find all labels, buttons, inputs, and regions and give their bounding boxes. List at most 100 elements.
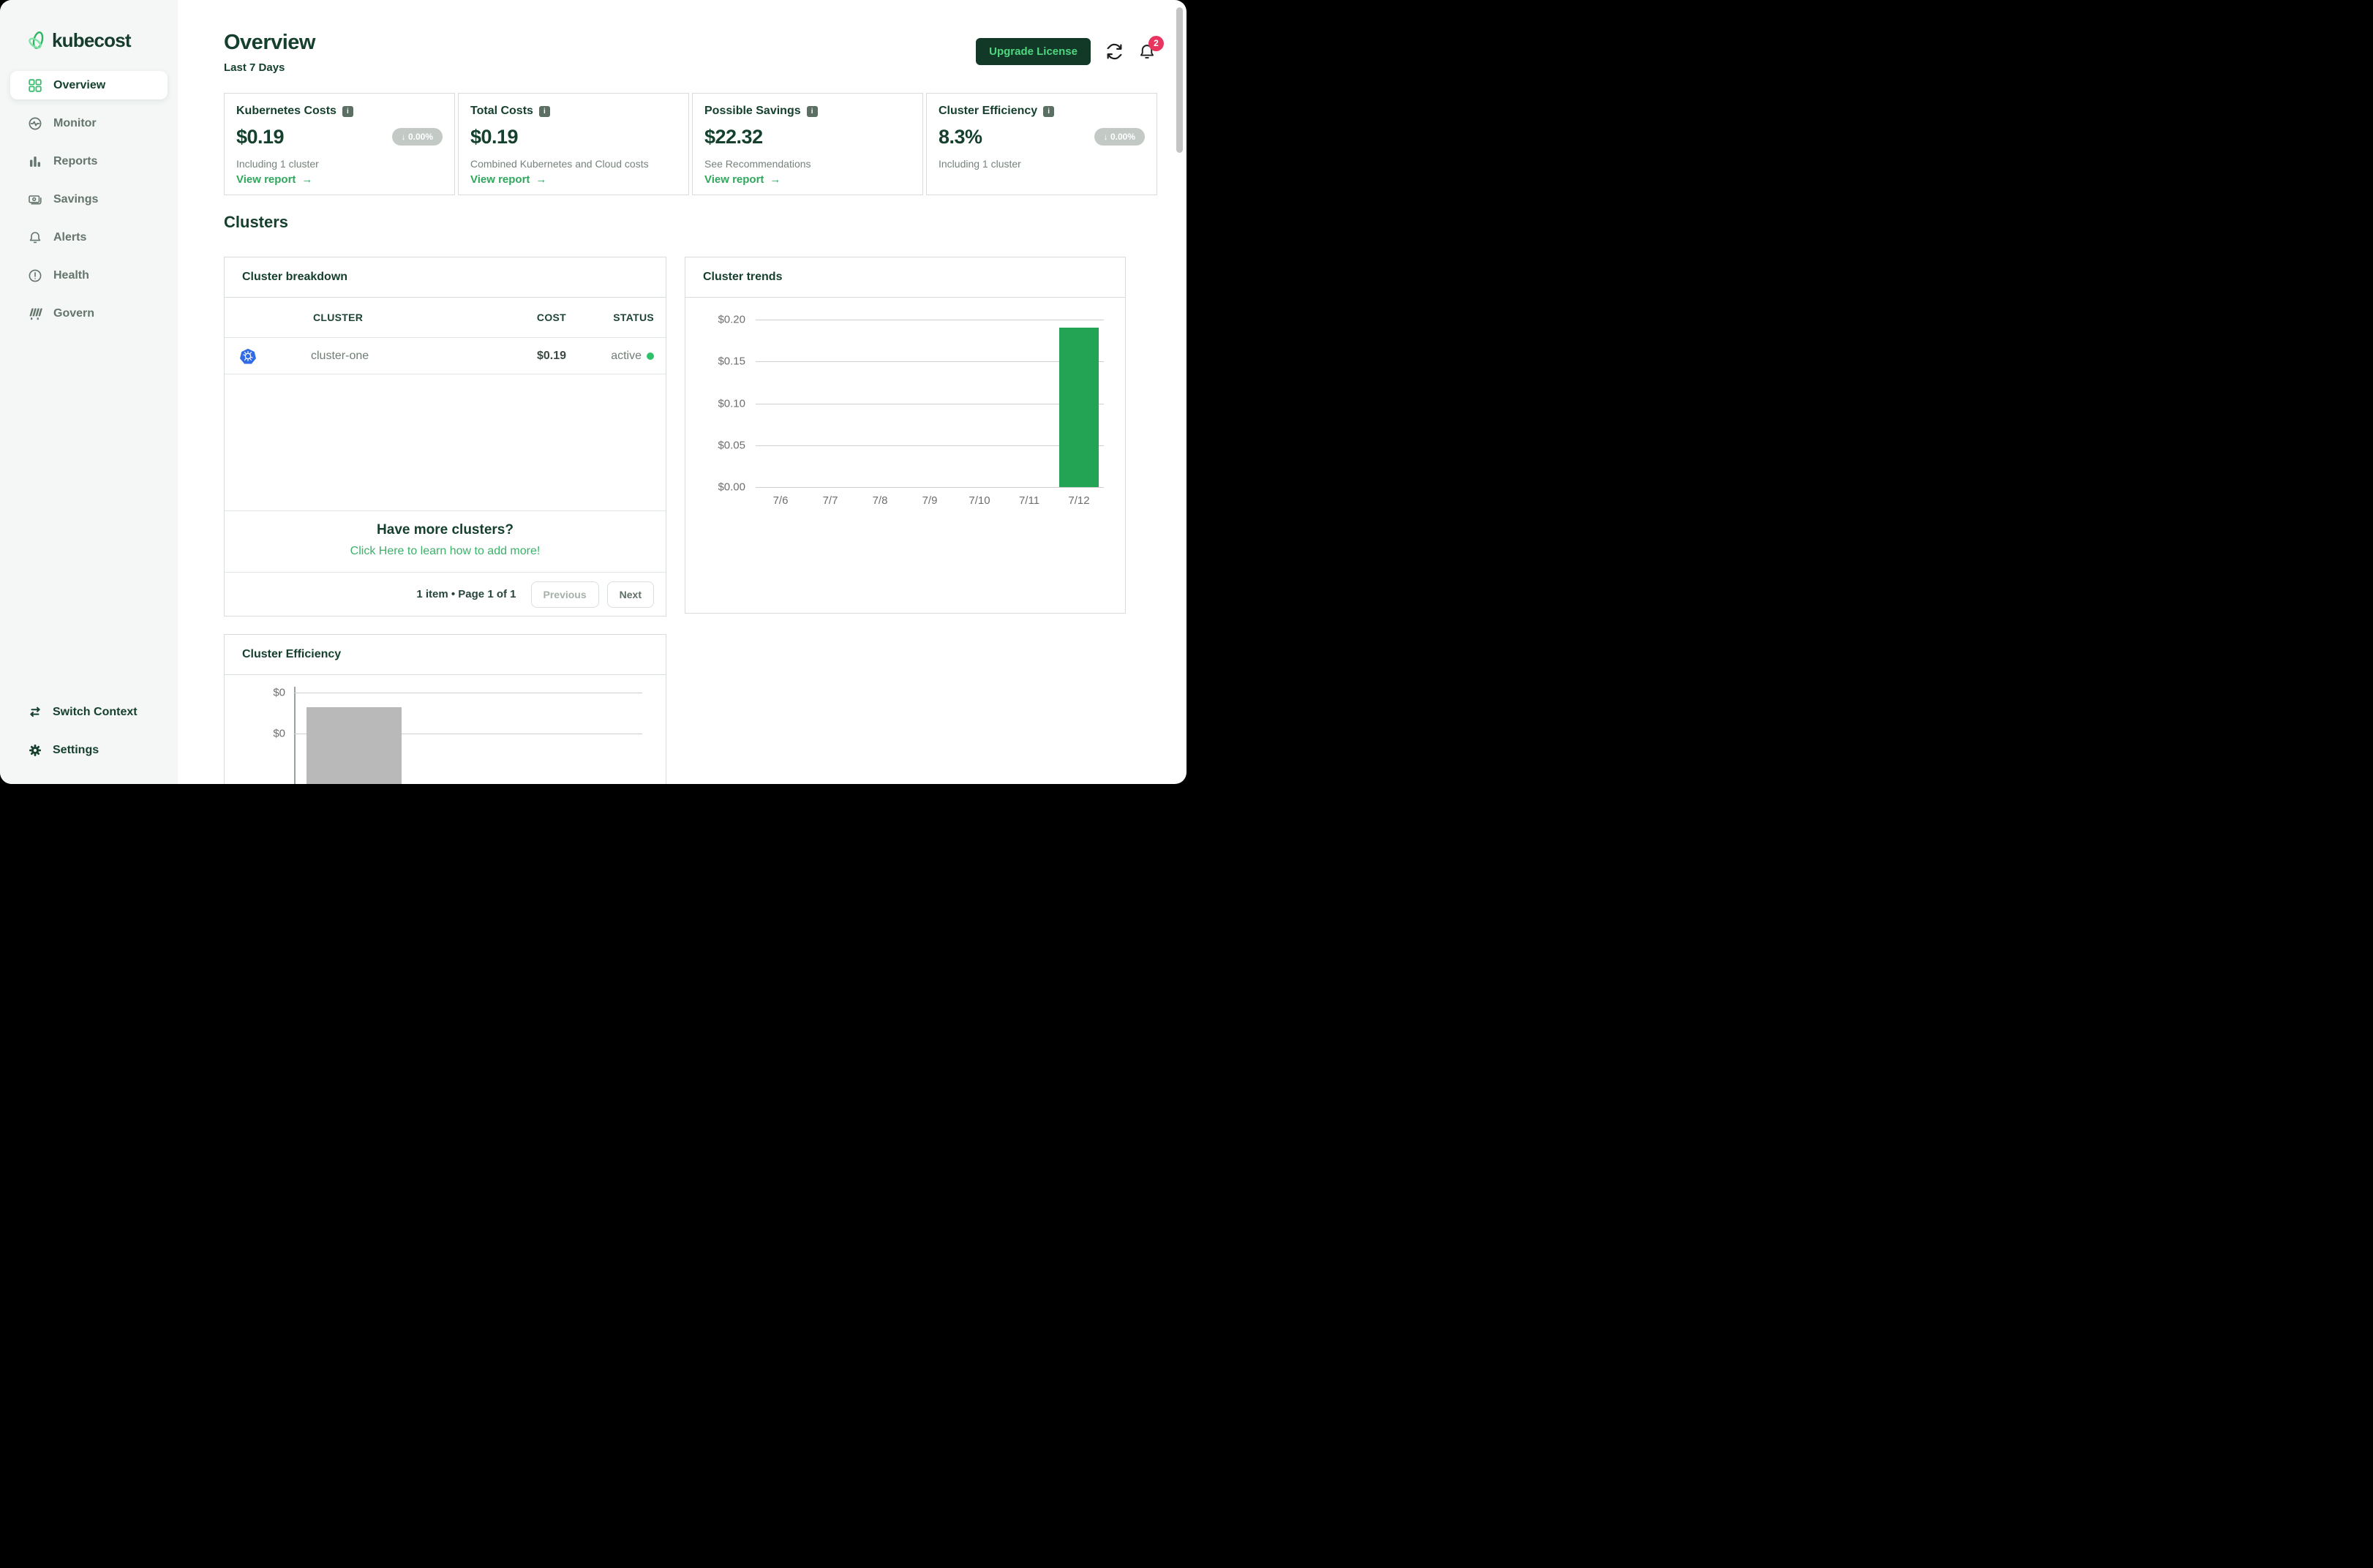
- table-header: CLUSTER COST STATUS: [225, 298, 666, 338]
- metric-note: Including 1 cluster: [939, 158, 1021, 170]
- kubernetes-icon: [240, 348, 311, 364]
- footer-item-label: Settings: [53, 744, 99, 756]
- cluster-trends-card: Cluster trends $0.20 $0.15 $0.10 $0.05 $…: [685, 257, 1126, 614]
- info-icon[interactable]: i: [342, 105, 353, 117]
- bell-icon: [28, 230, 42, 245]
- metric-card-kubernetes-costs: Kubernetes Costs i $0.19 ↓ 0.00% Includi…: [224, 93, 455, 195]
- table-row[interactable]: cluster-one $0.19 active: [225, 338, 666, 374]
- govern-icon: [28, 306, 42, 321]
- refresh-button[interactable]: [1105, 42, 1124, 61]
- view-report-link[interactable]: View report →: [236, 173, 312, 186]
- delta-badge: ↓ 0.00%: [1094, 128, 1145, 146]
- y-axis-line: [294, 687, 296, 784]
- kubecost-logo-icon: [28, 31, 47, 51]
- kubecost-logo: kubecost: [28, 29, 178, 52]
- cluster-efficiency-chart: $0 $0: [273, 687, 642, 784]
- sidebar-item-label: Savings: [53, 192, 99, 206]
- right-arrow-icon: →: [301, 173, 313, 186]
- sidebar-item-alerts[interactable]: Alerts: [10, 223, 168, 252]
- notification-badge: 2: [1148, 35, 1164, 51]
- clusters-section-heading: Clusters: [224, 213, 289, 231]
- x-tick-label: 7/11: [1018, 494, 1040, 507]
- upgrade-license-button[interactable]: Upgrade License: [976, 38, 1091, 65]
- sidebar-item-savings[interactable]: Savings: [10, 185, 168, 214]
- sidebar-item-govern[interactable]: Govern: [10, 299, 168, 328]
- more-clusters-block: Have more clusters? Click Here to learn …: [225, 510, 666, 573]
- next-page-button[interactable]: Next: [606, 581, 654, 608]
- cluster-efficiency-card: Cluster Efficiency $0 $0: [224, 634, 666, 784]
- cluster-trends-chart: $0.20 $0.15 $0.10 $0.05 $0.00: [718, 314, 1104, 494]
- sidebar-item-monitor[interactable]: Monitor: [10, 109, 168, 137]
- sidebar-item-label: Alerts: [53, 230, 87, 244]
- x-tick-label: 7/9: [922, 494, 938, 507]
- y-tick-label: $0: [273, 727, 285, 740]
- sidebar-item-label: Reports: [53, 154, 98, 167]
- refresh-icon: [1107, 43, 1122, 60]
- metric-cards-row: Kubernetes Costs i $0.19 ↓ 0.00% Includi…: [224, 93, 1157, 195]
- switch-context-button[interactable]: Switch Context: [28, 705, 138, 720]
- y-tick-label: $0.10: [718, 397, 745, 410]
- x-tick-label: 7/7: [822, 494, 838, 507]
- page-title: Overview: [224, 31, 315, 54]
- column-header-status[interactable]: STATUS: [566, 312, 654, 323]
- metric-value: $0.19: [236, 125, 285, 148]
- cluster-trends-title: Cluster trends: [685, 257, 1125, 298]
- main-content: Overview Last 7 Days Upgrade License 2 K…: [178, 0, 1186, 784]
- settings-button[interactable]: Settings: [28, 743, 138, 758]
- sidebar-item-health[interactable]: Health: [10, 261, 168, 290]
- view-report-link[interactable]: View report →: [470, 173, 546, 186]
- right-arrow-icon: →: [535, 173, 547, 186]
- notifications-button[interactable]: 2: [1138, 35, 1164, 61]
- grid-icon: [28, 78, 42, 93]
- cluster-status: active: [566, 350, 654, 363]
- bar-chart-icon: [28, 154, 42, 169]
- cluster-efficiency-title: Cluster Efficiency: [225, 635, 666, 675]
- metric-card-total-costs: Total Costs i $0.19 Combined Kubernetes …: [458, 93, 689, 195]
- metric-note: Including 1 cluster: [236, 158, 319, 170]
- previous-page-button[interactable]: Previous: [530, 581, 599, 608]
- sidebar-footer: Switch Context Settings: [28, 705, 138, 758]
- status-active-dot: [647, 352, 654, 360]
- x-tick-label: 7/10: [969, 494, 990, 507]
- monitor-icon: [28, 116, 42, 131]
- chart-bar[interactable]: [307, 707, 402, 784]
- x-tick-label: 7/8: [872, 494, 888, 507]
- right-arrow-icon: →: [770, 173, 781, 186]
- info-icon[interactable]: i: [538, 105, 550, 117]
- metric-title: Cluster Efficiency: [939, 105, 1038, 117]
- metric-value: 8.3%: [939, 125, 982, 148]
- header-actions: Upgrade License 2: [976, 35, 1164, 65]
- metric-card-possible-savings: Possible Savings i $22.32 See Recommenda…: [692, 93, 923, 195]
- sidebar-item-label: Health: [53, 268, 89, 282]
- metric-title: Kubernetes Costs: [236, 105, 336, 117]
- chart-bar[interactable]: [1058, 328, 1099, 487]
- x-axis-labels: 7/6 7/7 7/8 7/9 7/10 7/11 7/12: [756, 494, 1104, 507]
- cluster-breakdown-title: Cluster breakdown: [225, 257, 666, 298]
- sidebar: kubecost Overview Monitor Reports Saving…: [0, 0, 178, 784]
- pagination-summary: 1 item • Page 1 of 1: [416, 588, 516, 600]
- sidebar-item-reports[interactable]: Reports: [10, 147, 168, 176]
- column-header-cluster[interactable]: CLUSTER: [313, 312, 486, 323]
- info-icon[interactable]: i: [806, 105, 818, 117]
- sidebar-item-overview[interactable]: Overview: [10, 71, 168, 99]
- banknote-icon: [28, 192, 42, 207]
- scrollbar-thumb[interactable]: [1176, 7, 1183, 153]
- gear-icon: [28, 743, 42, 758]
- y-tick-label: $0.05: [718, 439, 745, 452]
- metric-note: Combined Kubernetes and Cloud costs: [470, 158, 649, 170]
- y-tick-label: $0.15: [718, 355, 745, 368]
- pagination-bar: 1 item • Page 1 of 1 Previous Next: [225, 573, 666, 616]
- swap-arrows-icon: [28, 705, 42, 720]
- add-clusters-link[interactable]: Click Here to learn how to add more!: [232, 545, 658, 558]
- delta-badge: ↓ 0.00%: [391, 128, 443, 146]
- column-header-cost[interactable]: COST: [486, 312, 566, 323]
- info-icon[interactable]: i: [1043, 105, 1055, 117]
- cluster-name[interactable]: cluster-one: [311, 350, 486, 363]
- sidebar-item-label: Overview: [53, 78, 106, 91]
- view-report-link[interactable]: View report →: [704, 173, 781, 186]
- metric-value: $0.19: [470, 125, 519, 148]
- metric-note: See Recommendations: [704, 158, 811, 170]
- sidebar-item-label: Monitor: [53, 116, 97, 129]
- x-tick-label: 7/6: [772, 494, 789, 507]
- y-tick-label: $0: [273, 686, 285, 699]
